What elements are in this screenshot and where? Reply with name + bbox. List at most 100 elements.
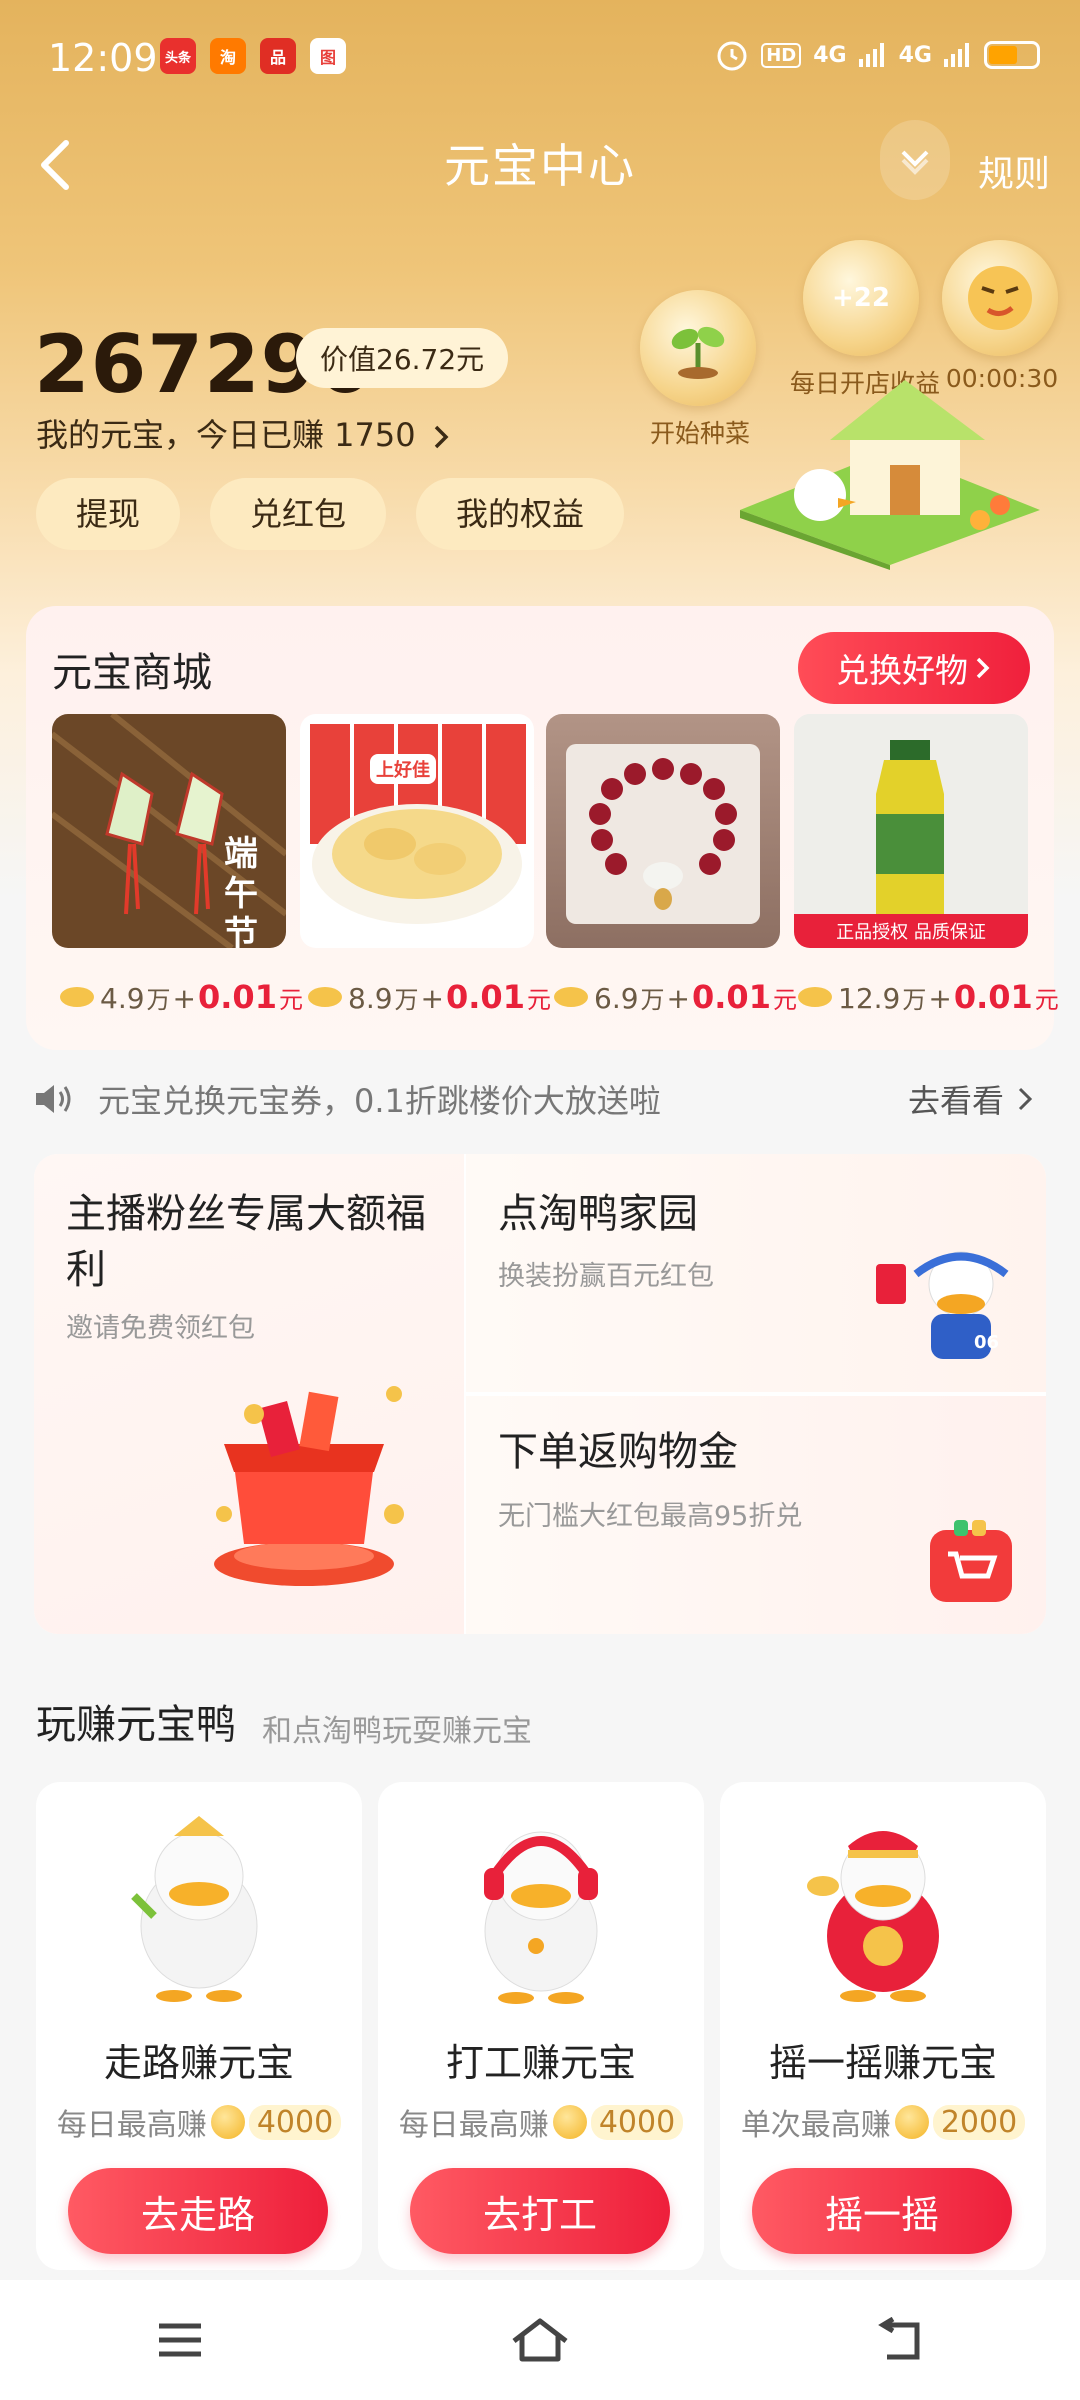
coin-icon: [210, 2105, 245, 2139]
price-cash: 0.01: [953, 978, 1033, 1016]
shop-income-badge: +22: [832, 283, 890, 313]
price-unit: 万: [902, 986, 927, 1014]
home-nav-button[interactable]: [500, 2300, 580, 2380]
coin-icon: [552, 2105, 587, 2139]
status-indicators: HD 4G 4G: [715, 38, 1040, 72]
battery-icon: [984, 41, 1040, 69]
walk-max-label: 每日最高赚: [56, 2108, 207, 2143]
feature-fan-title: 主播粉丝专属大额福利: [66, 1191, 426, 1293]
menu-nav-button[interactable]: [140, 2300, 220, 2380]
work-earn-card[interactable]: 打工赚元宝 每日最高赚 4000 去打工: [378, 1782, 704, 2270]
price-cash: 0.01: [446, 978, 525, 1016]
product-image-tea[interactable]: 正品授权 品质保证: [794, 714, 1028, 948]
shake-card-max: 单次最高赚 2000: [720, 2100, 1046, 2144]
price-coins: 12.9: [838, 982, 901, 1015]
walk-earn-card[interactable]: 走路赚元宝 每日最高赚 4000 去走路: [36, 1782, 362, 2270]
exchange-goods-button[interactable]: 兑换好物: [798, 632, 1030, 704]
work-card-title: 打工赚元宝: [445, 2041, 636, 2085]
price-coins: 4.9: [100, 982, 145, 1015]
menu-icon: [159, 2323, 201, 2357]
price-coins: 8.9: [348, 982, 393, 1015]
jersey-number: 06: [974, 1332, 1000, 1353]
go-work-button[interactable]: 去打工: [410, 2168, 670, 2254]
price-plus: +: [666, 982, 690, 1015]
speaker-icon: [36, 1085, 71, 1113]
duck-face-icon: [942, 240, 1058, 356]
price-plus: +: [420, 982, 444, 1015]
taobao-app-icon: 淘: [210, 38, 246, 74]
pinduoduo-app-icon: 品: [260, 38, 296, 74]
product-price-2: 6.9 万 + 0.01 元: [554, 978, 797, 1016]
price-unit: 万: [146, 986, 171, 1014]
signal-bars-icon-2: [944, 43, 969, 67]
chips-brand-text: 上好佳: [370, 754, 436, 784]
feature-grid: 主播粉丝专属大额福利 邀请免费领红包 点淘鸭家园 换装扮赢百元红包 06 下单返…: [34, 1154, 1046, 1634]
farm-house-illustration[interactable]: [730, 360, 1050, 570]
signal-4g-1: 4G: [813, 42, 847, 68]
coin-icon: [798, 987, 832, 1007]
feature-duck-home-title: 点淘鸭家园: [498, 1191, 698, 1237]
dragon-boat-text: 端午节: [224, 834, 258, 948]
duck-fortune-icon: [807, 1831, 939, 2002]
home-icon: [512, 2318, 568, 2362]
go-walk-button[interactable]: 去走路: [68, 2168, 328, 2254]
product-image-chips[interactable]: 上好佳: [300, 714, 534, 948]
alarm-icon: [717, 41, 747, 71]
collapse-button[interactable]: [880, 120, 950, 200]
back-nav-button[interactable]: [860, 2300, 940, 2380]
shake-max-label: 单次最高赚: [740, 2108, 891, 2143]
signal-bars-icon: [858, 43, 884, 67]
play-section-title: 玩赚元宝鸭: [36, 1702, 236, 1748]
price-plus: +: [172, 982, 196, 1015]
coin-icon: [554, 987, 588, 1007]
product-image-zongzi[interactable]: 端午节: [52, 714, 286, 948]
mall-title: 元宝商城: [52, 650, 212, 696]
work-max-label: 每日最高赚: [398, 2108, 549, 2143]
exchange-goods-label: 兑换好物: [836, 651, 968, 690]
notice-go-link[interactable]: 去看看: [908, 1076, 1034, 1122]
price-coins: 6.9: [594, 982, 639, 1015]
price-yuan: 元: [1034, 986, 1059, 1014]
my-benefits-button[interactable]: 我的权益: [416, 478, 625, 550]
play-section-subtitle: 和点淘鸭玩耍赚元宝: [262, 1714, 532, 1749]
price-cash: 0.01: [692, 978, 771, 1016]
price-cash: 0.01: [198, 978, 277, 1016]
withdraw-button[interactable]: 提现: [36, 478, 181, 550]
chevron-right-icon: [1018, 1087, 1033, 1111]
back-arrow-icon: [878, 2317, 920, 2360]
promo-notice[interactable]: 元宝兑换元宝券，0.1折跳楼价大放送啦 去看看: [34, 1074, 1034, 1124]
price-yuan: 元: [278, 986, 303, 1014]
price-yuan: 元: [526, 986, 551, 1014]
feature-fan-benefits[interactable]: 主播粉丝专属大额福利 邀请免费领红包: [34, 1154, 464, 1634]
feature-duck-home[interactable]: 点淘鸭家园 换装扮赢百元红包 06: [466, 1154, 1046, 1392]
status-time: 12:09: [48, 36, 158, 80]
notice-text: 元宝兑换元宝券，0.1折跳楼价大放送啦: [98, 1082, 661, 1120]
feature-cashback-title: 下单返购物金: [498, 1429, 738, 1475]
feature-cashback[interactable]: 下单返购物金 无门槛大红包最高95折兑: [466, 1396, 1046, 1634]
feature-cashback-subtitle: 无门槛大红包最高95折兑: [498, 1501, 803, 1532]
coin-icon: [308, 987, 342, 1007]
price-unit: 万: [394, 986, 419, 1014]
shake-max-value: 2000: [932, 2104, 1026, 2140]
go-shake-button[interactable]: 摇一摇: [752, 2168, 1012, 2254]
product-price-1: 8.9 万 + 0.01 元: [308, 978, 551, 1016]
shake-card-title: 摇一摇赚元宝: [768, 2041, 997, 2085]
rules-link[interactable]: 规则: [978, 145, 1050, 197]
walk-max-value: 4000: [248, 2104, 342, 2140]
price-unit: 万: [640, 986, 665, 1014]
tea-guarantee-text: 正品授权 品质保证: [836, 922, 986, 943]
duck-mascot-icon: [876, 1251, 1009, 1359]
chevron-right-icon: [434, 425, 449, 449]
system-nav-bar: [0, 2280, 1080, 2400]
shake-earn-card[interactable]: 摇一摇赚元宝 单次最高赚 2000 摇一摇: [720, 1782, 1046, 2270]
feature-duck-home-subtitle: 换装扮赢百元红包: [498, 1261, 714, 1292]
redeem-redpacket-button[interactable]: 兑红包: [210, 478, 387, 550]
balance-actions: 提现 兑红包 我的权益: [36, 478, 625, 550]
product-image-bracelet[interactable]: [546, 714, 780, 948]
shopping-cart-icon: [930, 1520, 1012, 1602]
signal-4g-2: 4G: [898, 42, 932, 68]
work-max-value: 4000: [590, 2104, 684, 2140]
walk-card-max: 每日最高赚 4000: [36, 2100, 362, 2144]
earned-today-link[interactable]: 我的元宝，今日已赚 1750: [36, 410, 452, 456]
feature-fan-subtitle: 邀请免费领红包: [66, 1313, 255, 1344]
